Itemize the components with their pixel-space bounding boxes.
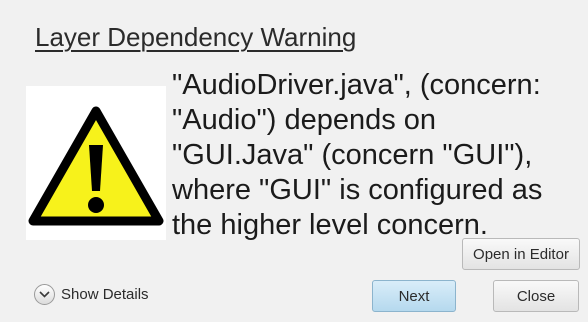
warning-triangle-icon	[28, 106, 164, 226]
next-button[interactable]: Next	[372, 280, 456, 312]
dialog-title: Layer Dependency Warning	[35, 22, 357, 52]
layer-dependency-warning-dialog: Layer Dependency Warning "AudioDriver.ja…	[0, 0, 588, 322]
close-button[interactable]: Close	[493, 280, 579, 312]
warning-message: "AudioDriver.java", (concern: "Audio") d…	[172, 69, 543, 241]
chevron-down-icon[interactable]	[34, 284, 55, 305]
show-details-toggle[interactable]: Show Details	[34, 284, 149, 305]
warning-icon-panel	[26, 86, 166, 240]
show-details-label: Show Details	[61, 286, 149, 303]
open-in-editor-button[interactable]: Open in Editor	[462, 238, 580, 270]
